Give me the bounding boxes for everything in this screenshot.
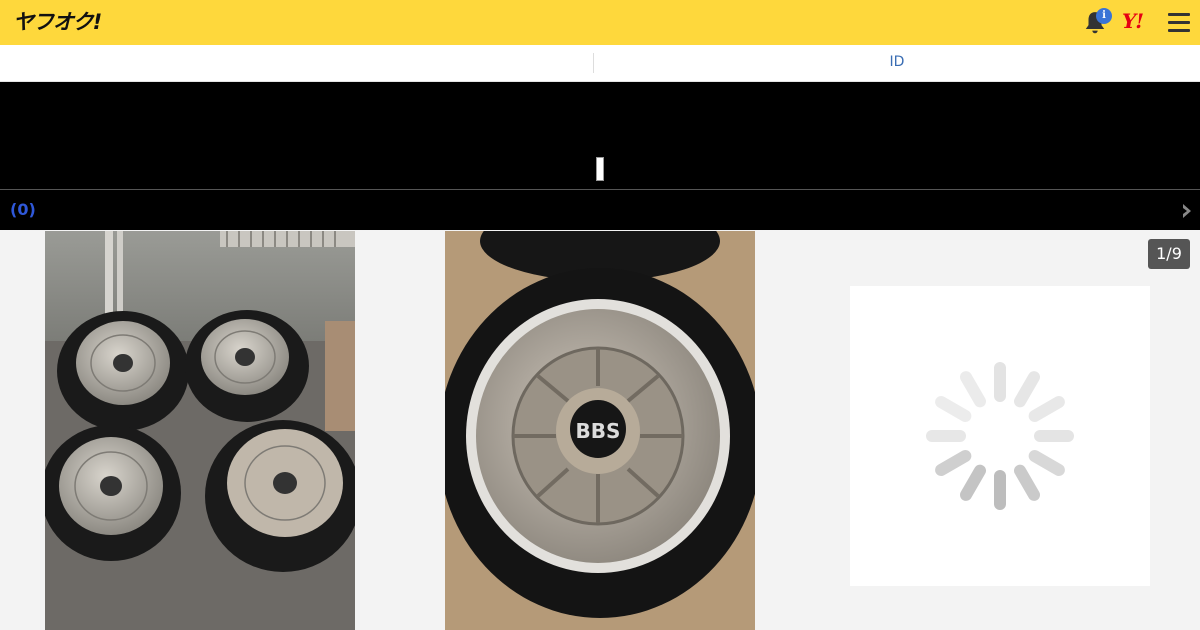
photo-gallery: BBS 1/9 <box>0 230 1200 630</box>
tab-bar: ID <box>0 45 1200 82</box>
loading-spinner <box>850 286 1150 586</box>
tab-id[interactable]: ID <box>594 45 1200 81</box>
tab-left[interactable] <box>0 45 593 81</box>
menu-icon[interactable] <box>1168 13 1190 33</box>
seller-rating: (0) <box>10 200 36 219</box>
chevron-right-icon <box>1183 204 1191 218</box>
top-header: ヤフオク! i Y! <box>0 0 1200 45</box>
wheel-closeup-photo[interactable]: BBS <box>445 231 755 630</box>
wheel-set-photo[interactable] <box>45 231 355 630</box>
seller-rating-bar[interactable]: (0) <box>0 189 1200 230</box>
banner-indicator <box>596 157 604 181</box>
notification-badge: i <box>1096 8 1112 24</box>
yahoo-logo[interactable]: Y! <box>1122 9 1144 33</box>
svg-text:BBS: BBS <box>576 419 621 443</box>
seller-banner <box>0 82 1200 189</box>
yahuoku-logo[interactable]: ヤフオク! <box>13 8 102 36</box>
image-counter: 1/9 <box>1148 239 1190 269</box>
